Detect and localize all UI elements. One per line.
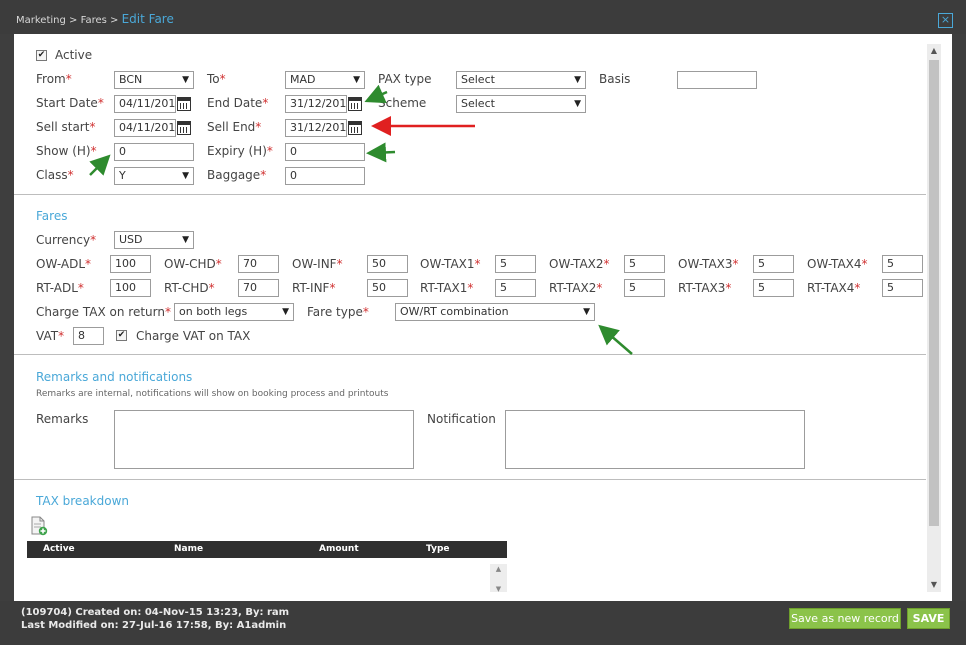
save-as-new-button[interactable]: Save as new record [789, 608, 901, 629]
breadcrumb-marketing[interactable]: Marketing [16, 15, 66, 26]
created-info: (109704) Created on: 04-Nov-15 13:23, By… [21, 607, 290, 618]
green-arrow-show [89, 154, 111, 176]
edit-fare-form: ✔ Active From* BCN ▼ To* MAD ▼ PAX type Se… [14, 34, 952, 601]
green-arrow-fare-type [598, 324, 633, 355]
breadcrumb-separator: > [110, 15, 119, 26]
save-button[interactable]: SAVE [907, 608, 950, 629]
green-arrow-expiry [366, 142, 396, 163]
breadcrumb-fares[interactable]: Fares [81, 15, 107, 26]
green-arrow-end-date [364, 84, 388, 104]
title-bar: Marketing > Fares > Edit Fare × [0, 0, 966, 34]
modified-info: Last Modified on: 27-Jul-16 17:58, By: A… [21, 620, 287, 631]
close-icon[interactable]: × [938, 13, 953, 28]
page-title: Edit Fare [121, 12, 174, 26]
breadcrumb: Marketing > Fares > Edit Fare [16, 12, 174, 26]
breadcrumb-separator: > [69, 15, 78, 26]
annotation-arrows [89, 84, 633, 355]
